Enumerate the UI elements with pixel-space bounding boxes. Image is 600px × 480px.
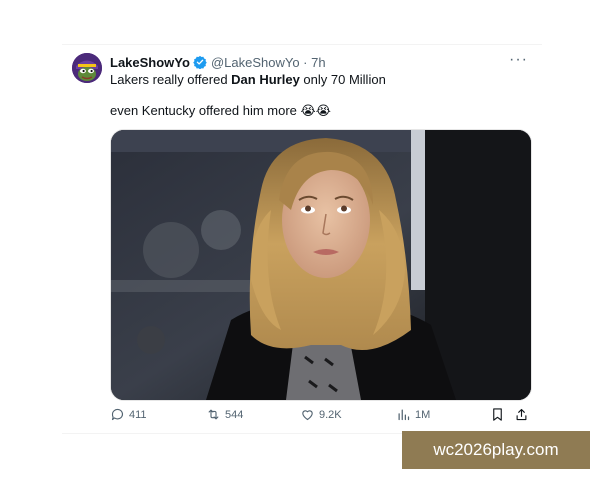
- verified-badge-icon: [193, 55, 207, 70]
- display-name[interactable]: LakeShowYo: [110, 55, 190, 70]
- tweet-photo[interactable]: [110, 129, 532, 401]
- tweet-text-part: even Kentucky offered him more: [110, 103, 301, 118]
- crying-emoji: 😭😭: [300, 104, 331, 119]
- reply-icon: [111, 408, 124, 421]
- tweet-text-part: Lakers really offered: [110, 72, 232, 87]
- watermark-label: wc2026play.com: [402, 431, 590, 469]
- avatar[interactable]: [72, 53, 102, 83]
- tweet-header: LakeShowYo @LakeShowYo · 7h: [110, 53, 326, 71]
- bookmark-button[interactable]: [490, 407, 505, 422]
- share-icon: [516, 408, 527, 421]
- heart-icon: [302, 410, 313, 421]
- repost-count: 544: [225, 408, 244, 421]
- photo-woman-portrait: [111, 130, 531, 400]
- tweet-text-line-2: even Kentucky offered him more 😭😭: [110, 103, 331, 119]
- views-count: 1M: [415, 408, 431, 421]
- reply-count: 411: [129, 408, 147, 421]
- tweet-text-bold-name: Dan Hurley: [231, 72, 300, 87]
- reply-button[interactable]: 411: [110, 407, 147, 422]
- share-button[interactable]: [514, 407, 529, 422]
- tweet-actions: 411 544 9.2K 1M: [110, 407, 530, 427]
- repost-icon: [208, 409, 219, 420]
- avatar-image: [72, 53, 102, 83]
- tweet-card[interactable]: LakeShowYo @LakeShowYo · 7h ··· Lakers r…: [62, 44, 542, 434]
- like-button[interactable]: 9.2K: [300, 407, 342, 422]
- views-button[interactable]: 1M: [396, 407, 430, 422]
- handle-and-time[interactable]: @LakeShowYo · 7h: [211, 55, 326, 70]
- more-options-button[interactable]: ···: [509, 51, 528, 69]
- tweet-text-line-1: Lakers really offered Dan Hurley only 70…: [110, 72, 386, 87]
- views-icon: [398, 409, 410, 421]
- bookmark-icon: [493, 408, 502, 421]
- tweet-text-part: only 70 Million: [299, 72, 386, 87]
- like-count: 9.2K: [319, 408, 342, 421]
- repost-button[interactable]: 544: [206, 407, 243, 422]
